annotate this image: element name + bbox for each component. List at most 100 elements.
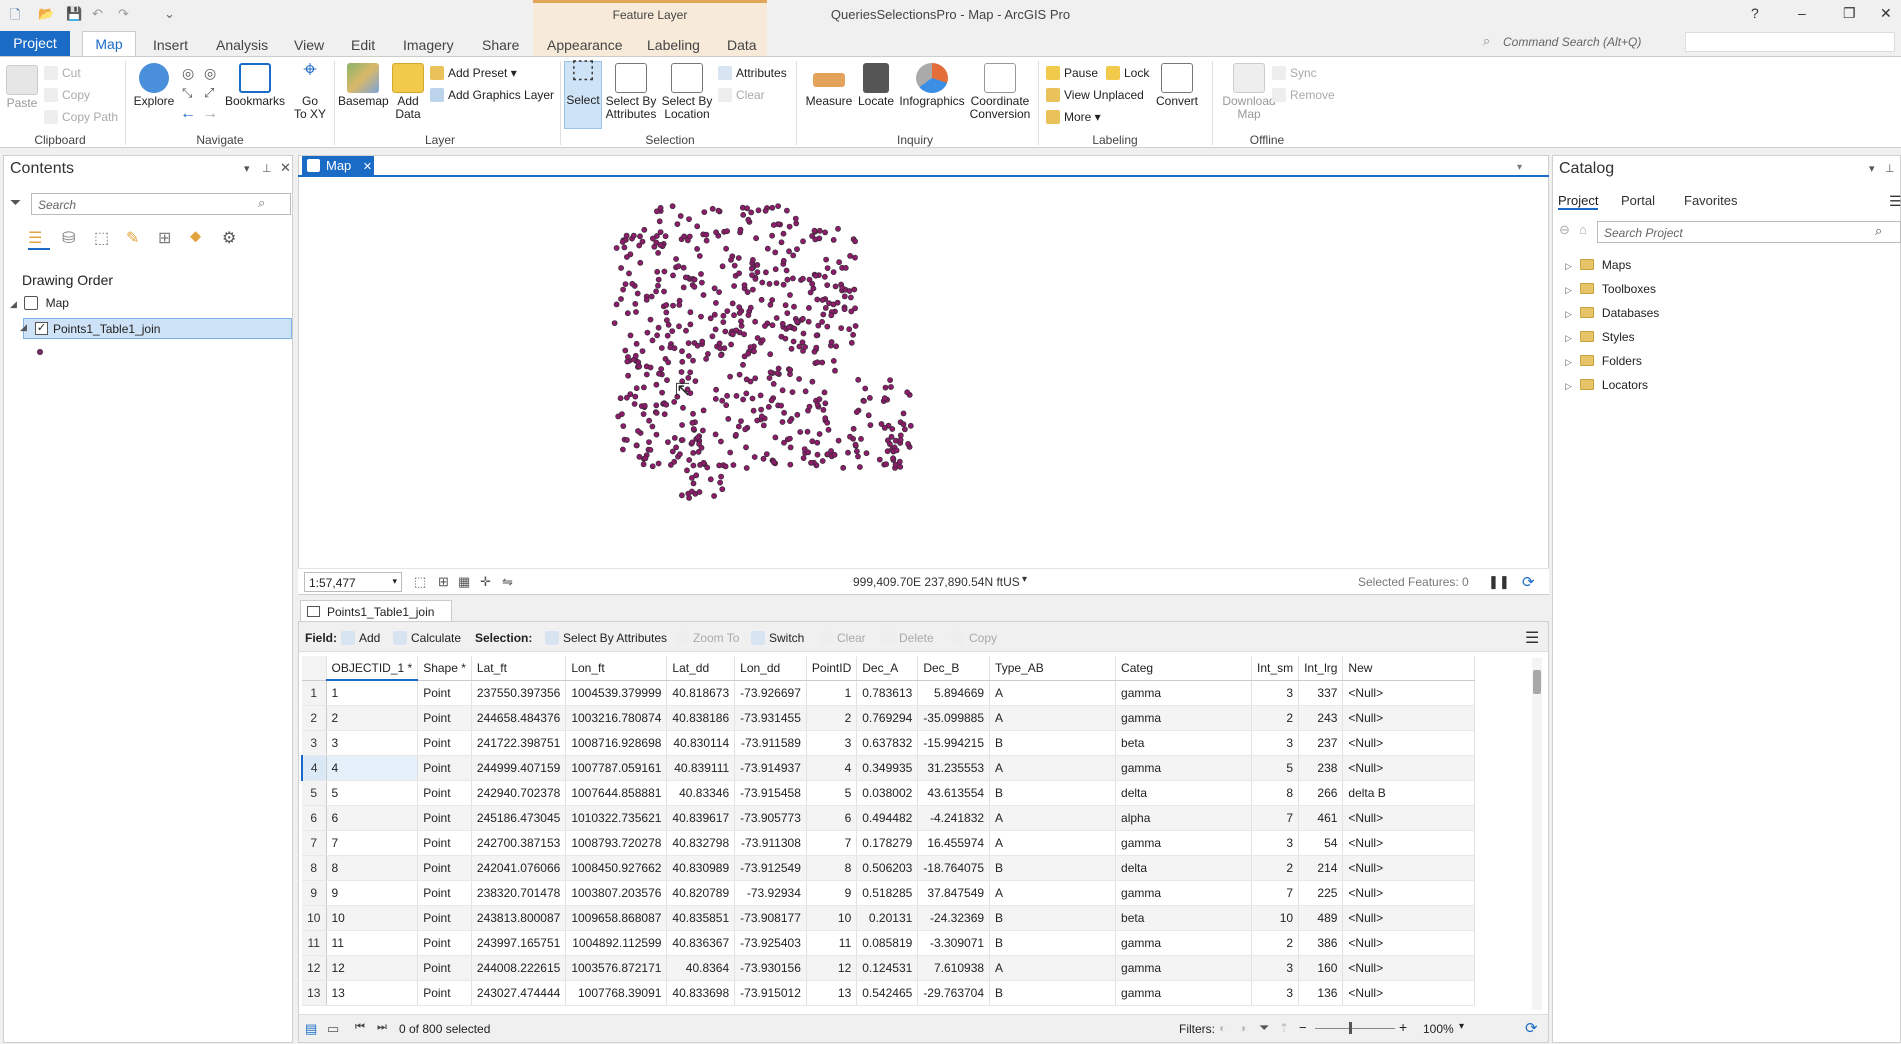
point-feature[interactable]: [801, 446, 808, 452]
table-cell[interactable]: <Null>: [1342, 905, 1476, 931]
point-feature[interactable]: [811, 227, 818, 234]
table-cell[interactable]: 1: [806, 680, 858, 706]
point-feature[interactable]: [728, 257, 734, 263]
table-cell[interactable]: <Null>: [1342, 755, 1476, 781]
point-feature[interactable]: [765, 403, 772, 410]
point-feature[interactable]: [900, 410, 907, 417]
point-feature[interactable]: [784, 310, 791, 316]
point-feature[interactable]: [641, 226, 648, 233]
table-cell[interactable]: <Null>: [1342, 805, 1476, 831]
point-feature[interactable]: [703, 231, 710, 238]
table-cell[interactable]: B: [989, 780, 1117, 806]
table-cell[interactable]: 1: [326, 680, 419, 706]
point-feature[interactable]: [745, 216, 752, 223]
zoom-out-fixed-icon[interactable]: ⤢: [204, 85, 214, 101]
point-feature[interactable]: [741, 331, 747, 338]
table-cell[interactable]: 10: [1251, 905, 1300, 931]
column-header[interactable]: Int_lrg: [1298, 656, 1344, 681]
table-cell[interactable]: -73.92934: [734, 880, 807, 906]
point-feature[interactable]: [751, 348, 757, 355]
point-feature[interactable]: [680, 264, 687, 271]
point-feature[interactable]: [673, 256, 679, 262]
point-feature[interactable]: [700, 292, 707, 298]
point-feature[interactable]: [887, 441, 893, 447]
point-feature[interactable]: [720, 319, 727, 325]
table-cell[interactable]: 1007787.059161: [565, 755, 668, 781]
back-icon[interactable]: ⊖: [1559, 222, 1570, 238]
table-cell[interactable]: -73.915458: [734, 780, 807, 806]
catalog-item-toolboxes[interactable]: ▷ Toolboxes: [1565, 282, 1656, 296]
table-cell[interactable]: 11: [806, 930, 858, 956]
catalog-tab-favorites[interactable]: Favorites: [1684, 193, 1737, 208]
table-cell[interactable]: 0.349935: [856, 755, 919, 781]
point-feature[interactable]: [686, 216, 692, 222]
table-cell[interactable]: Point: [417, 905, 472, 931]
table-cell[interactable]: A: [989, 680, 1117, 706]
point-feature[interactable]: [724, 392, 730, 399]
table-cell[interactable]: -15.994215: [917, 730, 991, 756]
table-cell[interactable]: 9: [326, 880, 419, 906]
table-cell[interactable]: 40.836367: [666, 930, 736, 956]
tab-appearance[interactable]: Appearance: [547, 37, 623, 53]
point-feature[interactable]: [754, 417, 761, 424]
select-by-attributes-button[interactable]: Select By Attributes: [604, 63, 658, 121]
point-feature[interactable]: [618, 411, 625, 417]
point-feature[interactable]: [729, 300, 736, 307]
point-feature[interactable]: [830, 301, 837, 308]
point-feature[interactable]: [611, 320, 618, 326]
row-header[interactable]: 6: [302, 805, 327, 831]
point-feature[interactable]: [635, 428, 641, 434]
column-header[interactable]: Categ: [1115, 656, 1253, 681]
point-feature[interactable]: [646, 439, 652, 445]
list-by-data-source-icon[interactable]: ⛁: [62, 228, 75, 248]
table-cell[interactable]: 243813.800087: [471, 905, 567, 931]
full-extent-icon[interactable]: ◎: [182, 65, 194, 82]
table-cell[interactable]: 244008.222615: [471, 955, 567, 981]
list-by-editing-icon[interactable]: ✎: [126, 228, 139, 248]
point-feature[interactable]: [773, 280, 780, 286]
point-feature[interactable]: [657, 204, 664, 211]
point-feature[interactable]: [678, 369, 685, 375]
point-feature[interactable]: [743, 376, 750, 383]
point-feature[interactable]: [760, 422, 767, 429]
fixed-zoom-icon[interactable]: ◎: [204, 65, 216, 82]
filter-icon[interactable]: ⏷: [10, 194, 21, 211]
table-cell[interactable]: 160: [1298, 955, 1344, 981]
point-feature[interactable]: [766, 375, 773, 381]
point-feature[interactable]: [690, 426, 697, 432]
table-row[interactable]: 11 11 Point 243997.165751 1004892.112599 40.8…: [302, 930, 1476, 956]
point-feature[interactable]: [808, 459, 814, 466]
column-header[interactable]: Shape *: [417, 656, 472, 681]
point-feature[interactable]: [643, 371, 650, 378]
point-feature[interactable]: [835, 437, 842, 444]
point-feature[interactable]: [671, 345, 678, 352]
point-feature[interactable]: [691, 283, 698, 290]
table-row[interactable]: 8 8 Point 242041.076066 1008450.927662 40.830…: [302, 855, 1476, 881]
point-feature[interactable]: [694, 223, 701, 230]
point-feature[interactable]: [624, 310, 631, 317]
point-feature[interactable]: [789, 389, 796, 395]
table-cell[interactable]: 0.085819: [856, 930, 919, 956]
point-feature[interactable]: [790, 252, 797, 259]
point-feature[interactable]: [863, 450, 870, 457]
point-feature[interactable]: [690, 462, 697, 469]
point-feature[interactable]: [796, 376, 802, 382]
table-cell[interactable]: 13: [326, 980, 419, 1006]
table-cell[interactable]: delta B: [1342, 780, 1476, 806]
point-feature[interactable]: [680, 404, 686, 411]
point-feature[interactable]: [774, 370, 781, 377]
table-cell[interactable]: <Null>: [1342, 730, 1476, 756]
table-cell[interactable]: 238: [1298, 755, 1344, 781]
point-feature[interactable]: [703, 355, 709, 362]
point-feature[interactable]: [717, 345, 723, 352]
point-feature[interactable]: [707, 476, 714, 483]
point-feature[interactable]: [701, 209, 708, 215]
point-feature[interactable]: [749, 395, 756, 402]
point-feature[interactable]: [904, 389, 911, 396]
table-cell[interactable]: 54: [1298, 830, 1344, 856]
expand-layer-icon[interactable]: ◢: [20, 322, 27, 333]
point-feature[interactable]: [762, 207, 769, 214]
point-feature[interactable]: [828, 312, 835, 319]
point-feature[interactable]: [676, 451, 683, 458]
table-cell[interactable]: 6: [806, 805, 858, 831]
